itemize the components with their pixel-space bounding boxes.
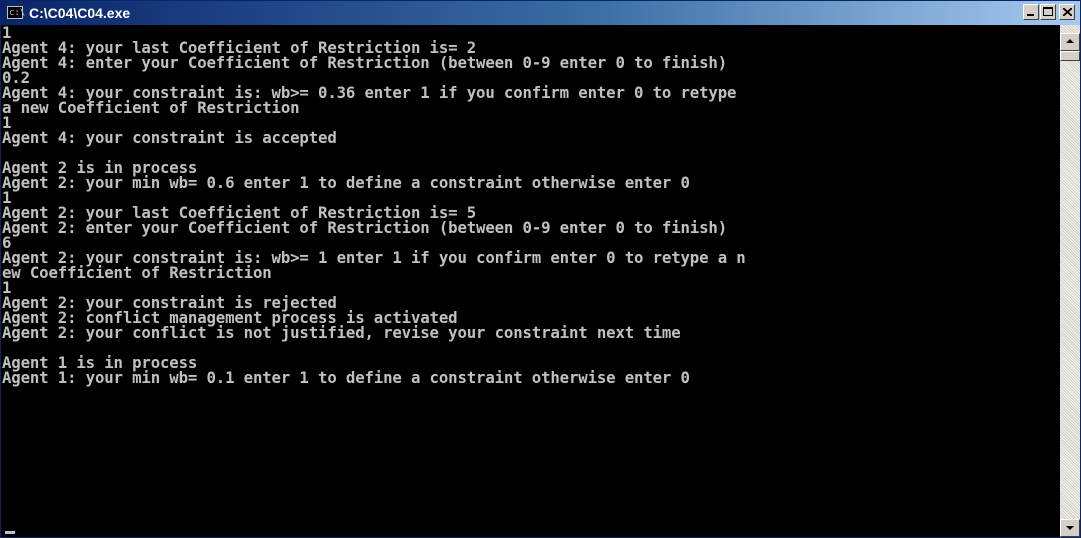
scroll-up-button[interactable] xyxy=(1060,33,1080,51)
console-line: Agent 4: your constraint is accepted xyxy=(2,128,337,147)
console-text: 1 Agent 4: your last Coefficient of Rest… xyxy=(1,25,1060,385)
console-line: Agent 2: your conflict is not justified,… xyxy=(2,323,681,342)
console-app-icon[interactable]: c:\ xyxy=(7,6,26,19)
down-arrow-icon xyxy=(1066,526,1074,530)
close-button[interactable] xyxy=(1059,4,1075,20)
console-line: Agent 1: your min wb= 0.1 enter 1 to def… xyxy=(2,368,690,387)
scrollbar-thumb[interactable] xyxy=(1060,51,1080,61)
scroll-down-button[interactable] xyxy=(1060,519,1080,537)
console-output[interactable]: 1 Agent 4: your last Coefficient of Rest… xyxy=(1,25,1060,537)
console-line: Agent 2: enter your Coefficient of Restr… xyxy=(2,218,727,237)
console-line: Agent 4: enter your Coefficient of Restr… xyxy=(2,53,727,72)
window-title: C:\C04\C04.exe xyxy=(29,5,131,21)
app-icon-label: c:\ xyxy=(9,8,26,18)
up-arrow-icon xyxy=(1066,39,1074,43)
console-line: Agent 2: your min wb= 0.6 enter 1 to def… xyxy=(2,173,690,192)
console-window: c:\ C:\C04\C04.exe 1 Agent 4: your last … xyxy=(0,0,1081,538)
close-icon xyxy=(1063,8,1072,16)
console-line: ew Coefficient of Restriction xyxy=(2,263,272,282)
minimize-button[interactable] xyxy=(1023,4,1039,20)
maximize-icon xyxy=(1043,7,1053,16)
minimize-icon xyxy=(1027,14,1034,16)
console-line: a new Coefficient of Restriction xyxy=(2,98,300,117)
text-cursor xyxy=(5,531,15,534)
vertical-scrollbar[interactable] xyxy=(1060,25,1080,537)
maximize-button[interactable] xyxy=(1040,4,1056,20)
title-bar[interactable]: c:\ C:\C04\C04.exe xyxy=(1,1,1080,25)
